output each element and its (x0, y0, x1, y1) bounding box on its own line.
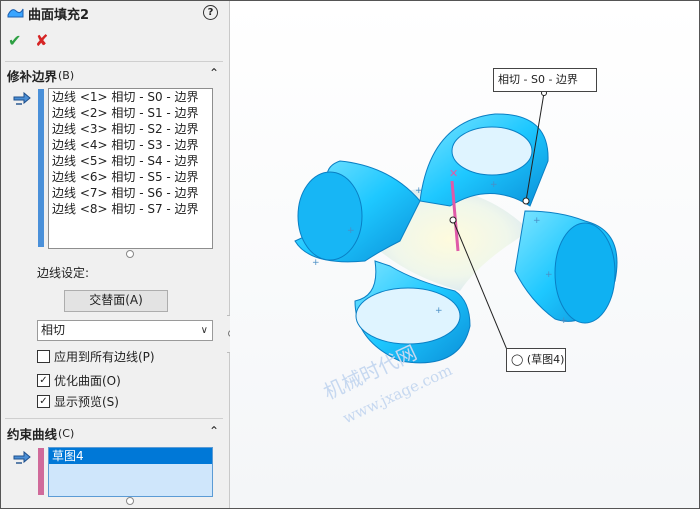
callout-anchor-icon: ◯ (511, 353, 524, 366)
leader-anchor (449, 216, 457, 224)
callout-tangent-edge[interactable]: 相切 - S0 - 边界 (493, 68, 597, 92)
cancel-button[interactable]: ✘ (35, 31, 48, 50)
select-value: 相切 (41, 323, 66, 337)
alternate-face-button[interactable]: 交替面(A) (64, 290, 168, 312)
property-manager-panel: 曲面填充2 ? ✔ ✘ 修补边界 (B) ⌃ 边线 <1> 相切 - S0 - … (1, 1, 230, 508)
apply-all-edges-checkbox[interactable]: 应用到所有边线(P) (37, 348, 155, 365)
list-item[interactable]: 边线 <1> 相切 - S0 - 边界 (49, 89, 212, 105)
list-item[interactable]: 边线 <6> 相切 - S5 - 边界 (49, 169, 212, 185)
feature-title-label: 曲面填充2 (28, 7, 90, 23)
curvature-control-select[interactable]: 相切 ∨ (37, 320, 213, 341)
section-shortcut: (B) (58, 68, 75, 82)
optimize-surface-checkbox[interactable]: ✓ 优化曲面(O) (37, 372, 121, 389)
edge-color-bar (38, 89, 44, 247)
chevron-down-icon[interactable]: ∨ (201, 321, 208, 340)
list-item[interactable]: 边线 <4> 相切 - S3 - 边界 (49, 137, 212, 153)
list-resize-handle[interactable] (126, 497, 134, 505)
list-item[interactable]: 草图4 (49, 448, 212, 464)
divider (5, 418, 223, 419)
callout-text: (草图4) (526, 353, 565, 366)
section-title: 约束曲线 (7, 426, 58, 442)
checkbox-label: 应用到所有边线(P) (54, 350, 155, 364)
list-item[interactable]: 边线 <8> 相切 - S7 - 边界 (49, 201, 212, 217)
chevron-up-icon[interactable]: ⌃ (209, 424, 219, 438)
reverse-direction-icon[interactable] (12, 450, 32, 466)
show-preview-checkbox[interactable]: ✓ 显示预览(S) (37, 393, 119, 410)
svg-text:+: + (490, 180, 498, 190)
svg-text:+: + (545, 270, 553, 280)
model-render[interactable]: + + + + + + + + ✕ (230, 1, 699, 508)
section-shortcut: (C) (58, 426, 75, 440)
leader-anchor (522, 197, 530, 205)
reverse-direction-icon[interactable] (12, 91, 32, 107)
list-item[interactable]: 边线 <7> 相切 - S6 - 边界 (49, 185, 212, 201)
curve-color-bar (38, 448, 44, 495)
surface-fill-icon (7, 5, 24, 22)
constraint-curve-list[interactable]: 草图4 (48, 447, 213, 497)
svg-text:+: + (415, 186, 423, 196)
section-title: 修补边界 (7, 68, 58, 84)
section-patch-boundary-header[interactable]: 修补边界 (B) ⌃ (7, 66, 221, 84)
svg-text:+: + (533, 216, 541, 226)
checkmark-icon[interactable]: ✓ (37, 395, 50, 408)
list-item[interactable]: 边线 <3> 相切 - S2 - 边界 (49, 121, 212, 137)
checkbox-label: 优化曲面(O) (54, 374, 121, 388)
svg-text:+: + (347, 226, 355, 236)
graphics-viewport[interactable]: + + + + + + + + ✕ 相切 - S0 - 边界 ◯ (草图4) 机… (230, 1, 699, 508)
curve-marker-icon: ✕ (449, 167, 458, 180)
feature-title: 曲面填充2 (7, 4, 90, 23)
boundary-edge-list[interactable]: 边线 <1> 相切 - S0 - 边界 边线 <2> 相切 - S1 - 边界 边线… (48, 88, 213, 249)
checkbox-box[interactable] (37, 350, 50, 363)
svg-text:+: + (435, 306, 443, 316)
checkmark-icon[interactable]: ✓ (37, 374, 50, 387)
callout-text: 相切 - S0 - 边界 (498, 73, 578, 86)
callout-sketch[interactable]: ◯ (草图4) (506, 348, 566, 372)
window-frame: 曲面填充2 ? ✔ ✘ 修补边界 (B) ⌃ 边线 <1> 相切 - S0 - … (0, 0, 700, 509)
checkbox-label: 显示预览(S) (54, 395, 119, 409)
list-item[interactable]: 边线 <5> 相切 - S4 - 边界 (49, 153, 212, 169)
divider (5, 61, 223, 62)
chevron-up-icon[interactable]: ⌃ (209, 66, 219, 80)
list-resize-handle[interactable] (126, 250, 134, 258)
svg-text:+: + (312, 258, 320, 268)
help-icon[interactable]: ? (203, 5, 218, 20)
list-item[interactable]: 边线 <2> 相切 - S1 - 边界 (49, 105, 212, 121)
edge-settings-label: 边线设定: (37, 266, 90, 280)
ok-button[interactable]: ✔ (8, 31, 21, 50)
svg-text:+: + (560, 316, 568, 326)
section-constraint-curves-header[interactable]: 约束曲线 (C) ⌃ (7, 424, 221, 442)
